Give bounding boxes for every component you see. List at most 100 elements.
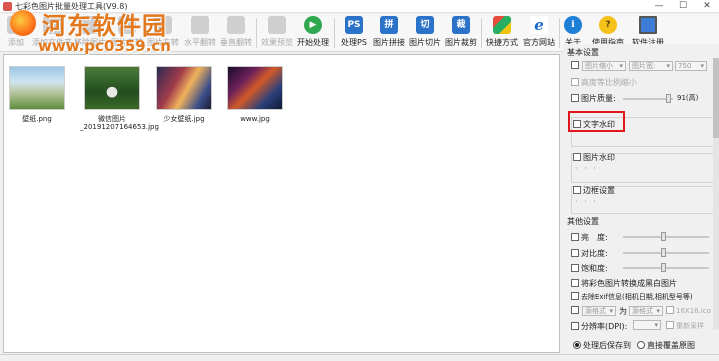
file-name: 少女壁纸.jpg [163, 115, 205, 123]
rotate-right-label: 图片右转 [147, 38, 179, 47]
maximize-button[interactable]: ☐ [671, 0, 695, 13]
contrast-label: 对比度: [581, 249, 608, 258]
dpi-input[interactable] [633, 320, 661, 330]
file-name-cont: _20191207164653.jpg [80, 123, 159, 131]
ps-process-icon: PS [345, 16, 363, 34]
file-name: 微信图片 [98, 115, 126, 123]
file-list[interactable]: 壁纸.png 微信图片 _20191207164653.jpg 少女壁纸.jpg… [3, 54, 560, 353]
checkbox[interactable] [571, 306, 579, 314]
panel-scrollbar-thumb[interactable] [713, 58, 719, 138]
file-item[interactable]: 壁纸.png [8, 66, 66, 123]
resize-mode-dropdown[interactable]: 图片缩小 [582, 61, 626, 71]
resize-width-dropdown[interactable]: 图片宽: [629, 61, 673, 71]
toolbar-divider [334, 18, 335, 48]
resize-width-value[interactable]: 750 [675, 61, 707, 71]
image-slice-button[interactable]: 切 图片切片 [408, 16, 442, 50]
contrast-row[interactable]: 对比度: [571, 248, 608, 259]
keep-ratio-row[interactable]: 高度等比例缩小 [571, 77, 637, 88]
file-item[interactable]: www.jpg [226, 66, 284, 123]
ps-process-button[interactable]: PS 处理PS [337, 16, 371, 50]
convert-source-dropdown[interactable]: 源格式 [582, 306, 616, 316]
checkbox[interactable] [571, 233, 579, 241]
saturation-slider-track[interactable] [623, 267, 709, 269]
other-settings-title: 其他设置 [567, 217, 599, 226]
ps-process-label: 处理PS [341, 38, 367, 47]
checkbox[interactable] [571, 322, 579, 330]
title-bar: 七彩色图片批量处理工具(V9.8) — ☐ ✕ [0, 0, 719, 13]
convert-to-label: 为 [619, 307, 627, 316]
remove-image-label: 移除图片 [74, 38, 106, 47]
shortcut-label: 快捷方式 [486, 38, 518, 47]
flip-horizontal-icon [191, 16, 209, 34]
checkbox[interactable] [571, 94, 579, 102]
contrast-slider-track[interactable] [623, 252, 709, 254]
checkbox[interactable] [573, 153, 581, 161]
flip-vertical-button[interactable]: 垂直翻转 [218, 16, 254, 50]
file-thumbnail [84, 66, 140, 110]
rotate-left-button[interactable]: 图片左转 [109, 16, 145, 50]
contrast-slider-thumb[interactable] [661, 248, 666, 257]
quality-slider-thumb[interactable] [666, 94, 671, 103]
checkbox[interactable] [571, 264, 579, 272]
flip-horizontal-button[interactable]: 水平翻转 [182, 16, 218, 50]
checkbox[interactable] [666, 306, 674, 314]
border-label: 边框设置 [583, 186, 615, 195]
radio[interactable] [637, 341, 645, 349]
file-item[interactable]: 微信图片 _20191207164653.jpg [80, 66, 159, 131]
checkbox[interactable] [573, 186, 581, 194]
close-button[interactable]: ✕ [695, 0, 719, 13]
website-button[interactable]: e 官方网站 [521, 16, 557, 50]
checkbox[interactable] [666, 321, 674, 329]
ico-size-row[interactable]: 16X16.ico [666, 306, 711, 315]
resize-checkbox[interactable] [571, 61, 581, 70]
checkbox[interactable] [571, 78, 579, 86]
preview-button[interactable]: 效果预览 [259, 16, 295, 50]
convert-target-dropdown[interactable]: 源格式 [629, 306, 663, 316]
image-watermark-label: 图片水印 [583, 153, 615, 162]
saturation-row[interactable]: 饱和度: [571, 263, 608, 274]
add-image-icon [7, 16, 25, 34]
convert-row[interactable] [571, 306, 581, 315]
app-window: 七彩色图片批量处理工具(V9.8) — ☐ ✕ 河东软件园 www.pc0359… [0, 0, 719, 361]
settings-panel: 基本设置 图片缩小 图片宽: 750 高度等比例缩小 图片质量: 91(高) 文… [563, 44, 719, 361]
flip-vertical-icon [227, 16, 245, 34]
keep-ratio-label: 高度等比例缩小 [581, 78, 637, 87]
file-item[interactable]: 少女壁纸.jpg [155, 66, 213, 123]
saturation-slider-thumb[interactable] [661, 263, 666, 272]
rotate-right-button[interactable]: 图片右转 [145, 16, 181, 50]
shortcut-button[interactable]: 快捷方式 [484, 16, 520, 50]
brightness-slider-track[interactable] [623, 236, 709, 238]
add-button[interactable]: 添加 [2, 16, 30, 50]
resample-row[interactable]: 重新采样 [666, 321, 704, 331]
dpi-row[interactable]: 分辨率(DPI): [571, 321, 627, 332]
brightness-row[interactable]: 亮 度: [571, 232, 608, 243]
remove-image-button[interactable]: 移除图片 [72, 16, 108, 50]
radio-selected[interactable] [573, 341, 581, 349]
rotate-left-icon [118, 16, 136, 34]
checkbox[interactable] [571, 279, 579, 287]
play-icon: ▶ [304, 16, 322, 34]
guide-icon: ? [599, 16, 617, 34]
image-watermark-row[interactable]: 图片水印 [573, 152, 615, 163]
checkbox[interactable] [571, 292, 579, 300]
save-to-option[interactable]: 处理后保存到 [573, 340, 631, 351]
brightness-label: 亮 度: [581, 233, 608, 242]
overwrite-option[interactable]: 直接覆盖原图 [637, 340, 695, 351]
toolbar-divider [256, 18, 257, 48]
brightness-slider-thumb[interactable] [661, 232, 666, 241]
file-name: www.jpg [240, 115, 270, 123]
file-thumbnail [156, 66, 212, 110]
border-row[interactable]: 边框设置 [573, 185, 615, 196]
image-crop-button[interactable]: 裁 图片裁剪 [444, 16, 478, 50]
start-process-button[interactable]: ▶ 开始处理 [295, 16, 331, 50]
checkbox[interactable] [571, 249, 579, 257]
border-dots: · · · [575, 197, 598, 206]
checkbox[interactable] [571, 61, 579, 69]
grayscale-row[interactable]: 将彩色图片转换成黑白图片 [571, 278, 677, 289]
resample-label: 重新采样 [676, 322, 704, 330]
add-folder-button[interactable]: 添加文件夹 [32, 16, 72, 50]
quality-row[interactable]: 图片质量: [571, 93, 616, 104]
image-stitch-button[interactable]: 拼 图片拼接 [372, 16, 406, 50]
minimize-button[interactable]: — [647, 0, 671, 13]
exif-row[interactable]: 去除Exif信息(相机日期,相机型号等) [571, 292, 693, 302]
